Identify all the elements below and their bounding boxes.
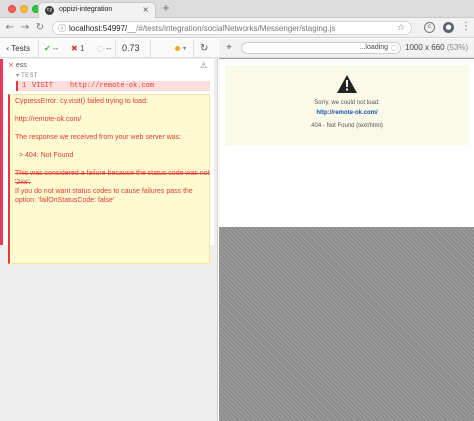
warning-triangle-icon xyxy=(337,75,357,93)
reporter-header: ‹ Tests ✔ -- ✖ 1 ◌ -- 0.73 ▾ ↻ xyxy=(0,39,218,58)
chevron-down-icon[interactable]: ▾ xyxy=(183,39,186,58)
fail-x-icon: × xyxy=(8,61,14,69)
loading-status: ...loading xyxy=(359,44,388,51)
caret-down-icon: ▾ xyxy=(16,72,20,79)
address-toolbar: ← → ↻ ⓘ localhost:54997/__/#/tests/integ… xyxy=(0,18,474,38)
error-status-code: > 404: Not Found xyxy=(19,152,74,159)
browser-title-bar: cy oppizi-integration × + xyxy=(0,0,474,18)
command-message: http://remote-ok.com xyxy=(70,82,155,90)
error-hint: If you do not want status codes to cause… xyxy=(15,188,193,204)
profile-avatar-icon[interactable]: ● xyxy=(443,22,454,33)
reload-icon[interactable]: ↻ xyxy=(34,22,46,34)
failed-indicator-bar xyxy=(0,59,3,245)
running-status-dot xyxy=(175,46,180,51)
load-error-url[interactable]: http://remote-ok.com/ xyxy=(225,110,469,116)
aut-empty-area xyxy=(219,227,474,421)
pending-count: ◌ -- xyxy=(97,44,112,53)
failed-count: ✖ 1 xyxy=(71,44,85,53)
error-response-label: The response we received from your web s… xyxy=(15,134,182,141)
close-window-button[interactable] xyxy=(8,5,16,13)
tab-close-icon[interactable]: × xyxy=(142,5,149,14)
load-error-message: Sorry, we could not load: xyxy=(314,100,380,106)
bookmark-star-icon[interactable]: ☆ xyxy=(397,23,405,33)
tests-button[interactable]: ‹ Tests xyxy=(6,39,30,58)
chevron-left-icon: ‹ xyxy=(6,44,10,53)
fail-x-icon: ✖ xyxy=(71,44,78,53)
aut-iframe: Sorry, we could not load: http://remote-… xyxy=(219,59,474,227)
new-tab-button[interactable]: + xyxy=(160,3,172,14)
viewport-info[interactable]: 1000 x 660 (53%) xyxy=(405,43,468,52)
command-name: VISIT xyxy=(32,82,54,90)
restart-tests-button[interactable]: ↻ xyxy=(200,39,208,58)
test-title[interactable]: ▾ TEST xyxy=(16,72,38,79)
pending-circle-icon: ◌ xyxy=(97,44,104,53)
suite-title[interactable]: × ess xyxy=(8,61,27,69)
back-arrow-icon[interactable]: ← xyxy=(4,22,16,34)
error-message-box: CypressError: cy.visit() failed trying t… xyxy=(8,94,210,264)
command-log-row[interactable]: 1 VISIT http://remote-ok.com xyxy=(16,81,210,91)
tab-title: oppizi-integration xyxy=(59,6,113,13)
duration-seconds: 0.73 xyxy=(122,43,140,53)
runnable-suite[interactable]: × ess ⚠ ▾ TEST 1 VISIT http://remote-ok.… xyxy=(0,59,214,264)
error-explanation: This was considered a failure because th… xyxy=(15,170,210,186)
app-under-test-panel: ⌖ ...loading ◌ 1000 x 660 (53%) Sorry, w… xyxy=(219,39,474,421)
aut-header: ⌖ ...loading ◌ 1000 x 660 (53%) xyxy=(219,39,474,58)
check-icon: ✔ xyxy=(44,44,51,53)
extension-icon[interactable]: c xyxy=(424,22,435,33)
command-number: 1 xyxy=(22,82,27,90)
aut-url-display: ...loading ◌ xyxy=(241,42,401,54)
passed-count: ✔ -- xyxy=(44,44,59,53)
warning-icon: ⚠ xyxy=(200,61,208,70)
minimize-window-button[interactable] xyxy=(20,5,28,13)
error-url: http://remote-ok.com/ xyxy=(15,116,82,123)
info-icon[interactable]: ⓘ xyxy=(58,23,66,34)
spinner-icon: ◌ xyxy=(391,43,398,52)
cypress-reporter-panel: ‹ Tests ✔ -- ✖ 1 ◌ -- 0.73 ▾ ↻ × ess ⚠ ▾… xyxy=(0,39,218,421)
cypress-favicon-icon: cy xyxy=(45,6,54,15)
forward-arrow-icon[interactable]: → xyxy=(19,22,31,34)
error-title: CypressError: cy.visit() failed trying t… xyxy=(15,98,148,105)
selector-playground-crosshair-icon[interactable]: ⌖ xyxy=(223,42,235,54)
url-bar[interactable]: ⓘ localhost:54997/__/#/tests/integration… xyxy=(52,21,412,35)
load-error-card: Sorry, we could not load: http://remote-… xyxy=(225,65,469,145)
browser-tab[interactable]: cy oppizi-integration × xyxy=(38,2,156,18)
url-text[interactable]: localhost:54997/__/#/tests/integration/s… xyxy=(69,24,335,33)
browser-menu-icon[interactable]: ⋮ xyxy=(461,21,471,32)
load-error-status: 404 - Not Found (text/html) xyxy=(311,123,383,129)
